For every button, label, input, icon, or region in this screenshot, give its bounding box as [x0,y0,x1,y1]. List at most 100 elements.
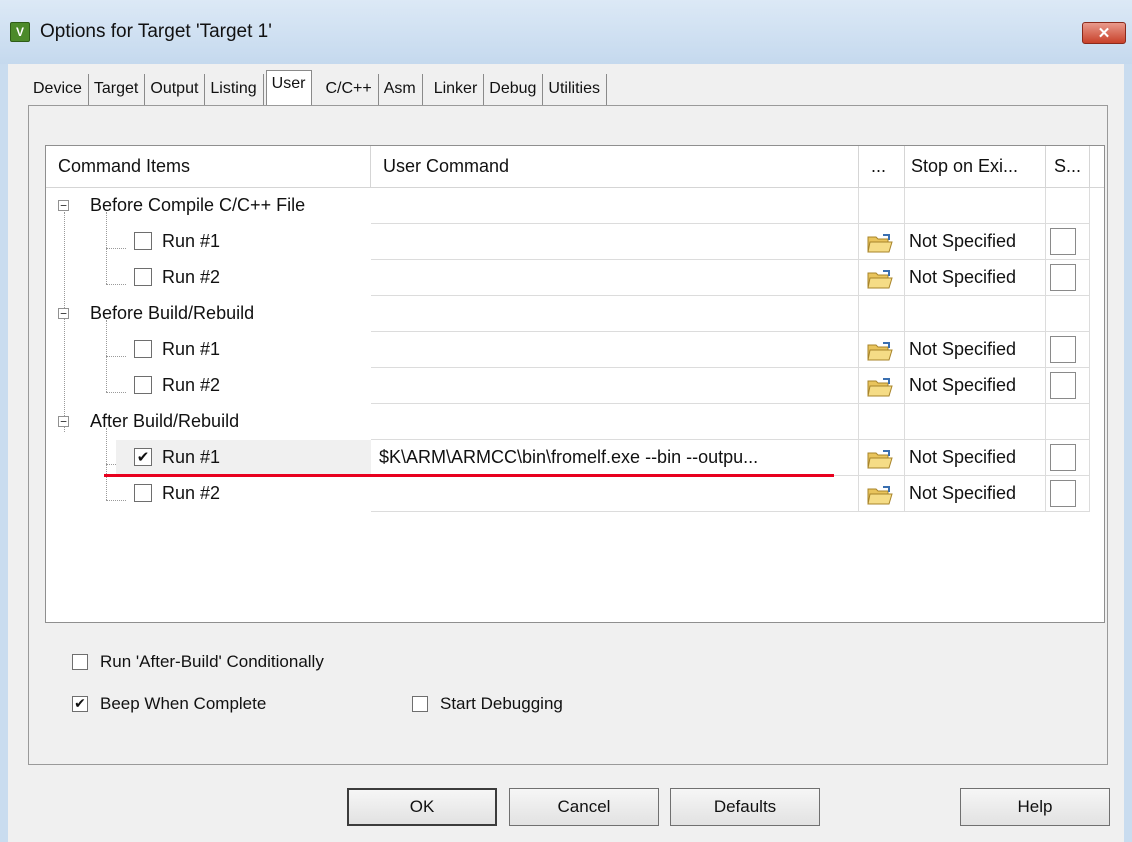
tab-debug[interactable]: Debug [484,74,544,106]
run-cell: Run #2 [46,368,371,404]
header-browse[interactable]: ... [859,146,905,188]
group-cell: − Before Build/Rebuild [46,296,371,332]
stop-cell [905,296,1046,332]
stop-on-exit-value[interactable]: Not Specified [905,476,1046,512]
ok-button[interactable]: OK [347,788,497,826]
s-checkbox[interactable] [1050,480,1076,507]
browse-button[interactable] [859,476,905,512]
start-debugging-checkbox[interactable] [412,696,428,712]
run-cell: Run #2 [46,476,371,512]
folder-open-icon [867,234,893,253]
run-after-build-conditionally-option[interactable]: Run 'After-Build' Conditionally [72,652,324,672]
header-stop-on-exit[interactable]: Stop on Exi... [905,146,1046,188]
beep-when-complete-label: Beep When Complete [100,694,267,713]
header-command-items[interactable]: Command Items [46,146,371,188]
start-debugging-option[interactable]: Start Debugging [412,694,563,714]
command-cell [371,296,859,332]
cancel-button[interactable]: Cancel [509,788,659,826]
folder-open-icon [867,486,893,505]
s-cell [1046,188,1090,224]
run-checkbox[interactable] [134,268,152,286]
header-user-command[interactable]: User Command [371,146,859,188]
stop-on-exit-value[interactable]: Not Specified [905,440,1046,476]
browse-button[interactable] [859,332,905,368]
tab-strip: Device Target Output Listing User C/C++ … [28,70,607,106]
run-row: Run #1 Not Specified [46,224,1090,260]
s-checkbox[interactable] [1050,372,1076,399]
tab-utilities[interactable]: Utilities [543,74,607,106]
group-row: − After Build/Rebuild [46,404,1090,440]
command-input[interactable] [371,332,859,368]
stop-cell [905,404,1046,440]
user-commands-grid: Command Items User Command ... Stop on E… [45,145,1105,623]
command-input[interactable] [371,260,859,296]
folder-open-icon [867,342,893,361]
s-checkbox[interactable] [1050,444,1076,471]
command-input[interactable] [371,224,859,260]
run-checkbox[interactable] [134,340,152,358]
tab-user[interactable]: User [265,70,313,106]
tab-target[interactable]: Target [88,74,146,106]
run-label: Run #1 [162,447,221,467]
title-bar: V Options for Target 'Target 1' ✕ [0,0,1132,64]
stop-on-exit-value[interactable]: Not Specified [905,332,1046,368]
s-checkbox[interactable] [1050,264,1076,291]
s-cell [1046,440,1090,476]
run-label: Run #1 [162,339,221,359]
annotation-underline [104,474,834,477]
run-checkbox[interactable] [134,376,152,394]
run-label: Run #1 [162,231,221,251]
s-checkbox[interactable] [1050,336,1076,363]
tab-listing[interactable]: Listing [205,74,264,106]
run-checkbox[interactable] [134,484,152,502]
group-label: Before Build/Rebuild [90,303,255,323]
beep-when-complete-option[interactable]: ✔ Beep When Complete [72,694,266,714]
beep-when-complete-checkbox[interactable]: ✔ [72,696,88,712]
command-input[interactable] [371,476,859,512]
s-cell [1046,476,1090,512]
run-checkbox[interactable]: ✔ [134,448,152,466]
run-row: Run #2 Not Specified [46,368,1090,404]
tab-c-cpp[interactable]: C/C++ [320,74,379,106]
tab-output[interactable]: Output [145,74,206,106]
stop-on-exit-value[interactable]: Not Specified [905,368,1046,404]
browse-button[interactable] [859,440,905,476]
browse-cell [859,296,905,332]
collapse-icon[interactable]: − [58,308,69,319]
run-row: Run #1 Not Specified [46,332,1090,368]
command-cell [371,404,859,440]
run-row: Run #2 Not Specified [46,260,1090,296]
group-cell: − Before Compile C/C++ File [46,188,371,224]
close-button[interactable]: ✕ [1082,22,1126,44]
run-cell: Run #2 [46,260,371,296]
browse-button[interactable] [859,368,905,404]
tab-device[interactable]: Device [28,74,89,106]
command-input[interactable] [371,368,859,404]
browse-cell [859,404,905,440]
collapse-icon[interactable]: − [58,416,69,427]
run-checkbox[interactable] [134,232,152,250]
folder-open-icon [867,270,893,289]
stop-on-exit-value[interactable]: Not Specified [905,224,1046,260]
tab-linker[interactable]: Linker [428,74,485,106]
browse-button[interactable] [859,224,905,260]
s-checkbox[interactable] [1050,228,1076,255]
run-cell: Run #1 [46,224,371,260]
group-row: − Before Build/Rebuild [46,296,1090,332]
window-title: Options for Target 'Target 1' [40,21,272,42]
keil-app-icon: V [10,22,30,42]
group-label: After Build/Rebuild [90,411,240,431]
group-label: Before Compile C/C++ File [90,195,306,215]
browse-button[interactable] [859,260,905,296]
command-input[interactable]: $K\ARM\ARMCC\bin\fromelf.exe --bin --out… [371,440,859,476]
header-s[interactable]: S... [1046,146,1090,188]
run-label: Run #2 [162,375,221,395]
help-button[interactable]: Help [960,788,1110,826]
run-label: Run #2 [162,483,221,503]
s-cell [1046,404,1090,440]
tab-asm[interactable]: Asm [378,74,423,106]
run-after-build-conditionally-checkbox[interactable] [72,654,88,670]
defaults-button[interactable]: Defaults [670,788,820,826]
stop-on-exit-value[interactable]: Not Specified [905,260,1046,296]
collapse-icon[interactable]: − [58,200,69,211]
